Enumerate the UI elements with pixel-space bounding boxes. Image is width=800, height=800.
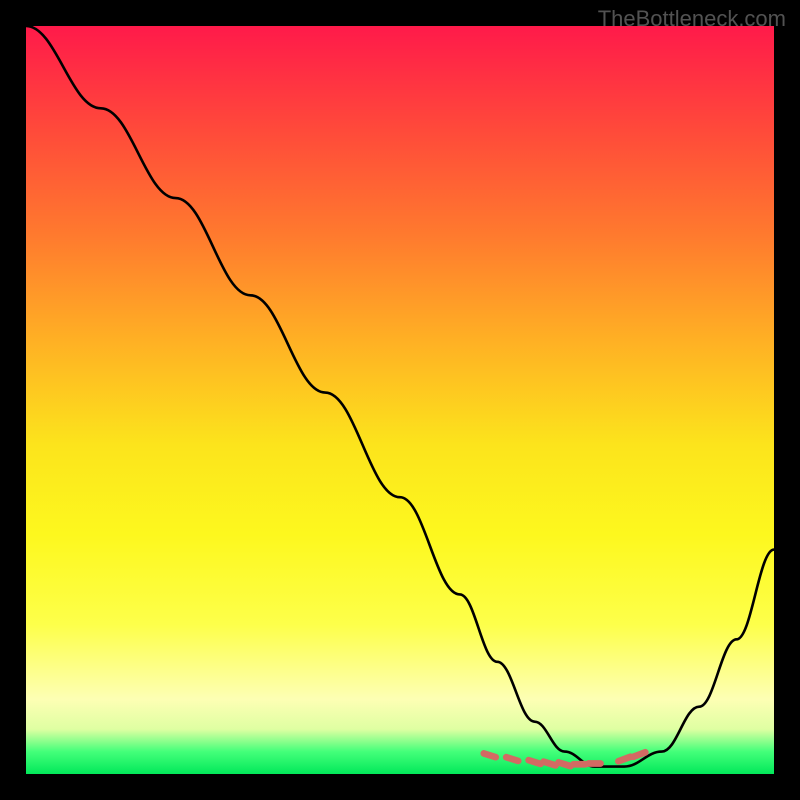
chart-svg [26,26,774,774]
highlight-markers [484,752,646,766]
chart-container: TheBottleneck.com [0,0,800,800]
marker-dash [506,757,518,761]
marker-dash [559,762,571,766]
watermark-text: TheBottleneck.com [598,6,786,32]
marker-dash [484,753,496,757]
bottleneck-curve [26,26,774,767]
marker-dash [618,757,630,761]
marker-dash [633,752,645,756]
marker-dash [544,762,556,766]
marker-dash [529,760,541,764]
